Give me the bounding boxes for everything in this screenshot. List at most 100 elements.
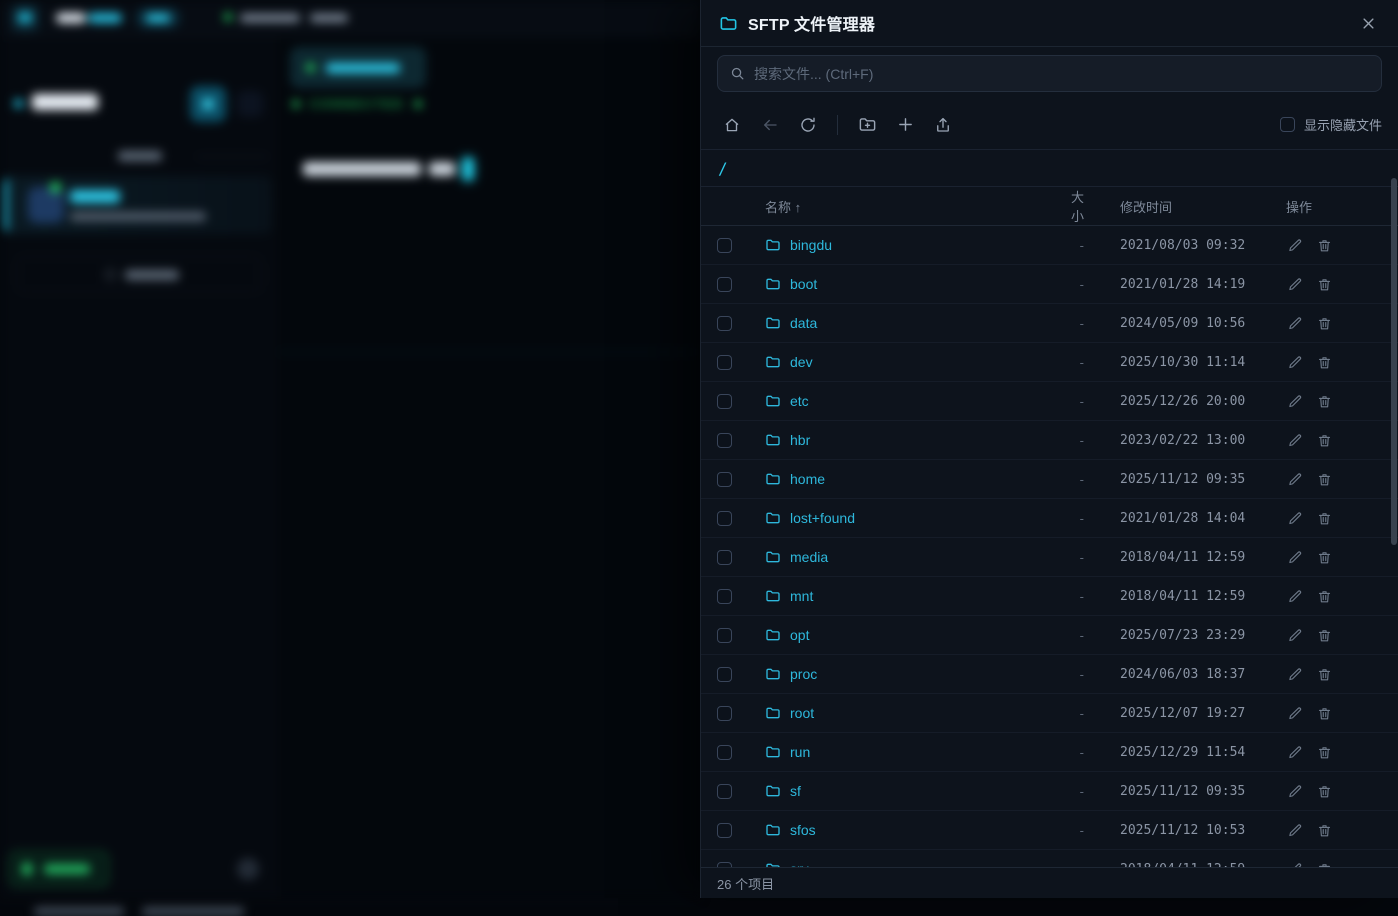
new-folder-button[interactable] xyxy=(852,110,882,140)
home-button[interactable] xyxy=(717,110,747,140)
file-name[interactable]: lost+found xyxy=(790,510,855,526)
terminal-tab-blur[interactable] xyxy=(290,47,426,88)
show-hidden-checkbox[interactable] xyxy=(1280,117,1295,132)
column-header-name[interactable]: 名称 ↑ xyxy=(765,197,1060,216)
file-name[interactable]: etc xyxy=(790,393,809,409)
delete-button[interactable] xyxy=(1315,587,1333,605)
row-checkbox[interactable] xyxy=(717,238,732,253)
table-row[interactable]: dev - 2025/10/30 11:14 xyxy=(701,343,1398,382)
rename-button[interactable] xyxy=(1286,548,1304,566)
file-name[interactable]: opt xyxy=(790,627,809,643)
back-button[interactable] xyxy=(755,110,785,140)
rename-button[interactable] xyxy=(1286,353,1304,371)
delete-button[interactable] xyxy=(1315,470,1333,488)
row-checkbox[interactable] xyxy=(717,472,732,487)
table-row[interactable]: data - 2024/05/09 10:56 xyxy=(701,304,1398,343)
add-host-dropzone-blur[interactable] xyxy=(16,256,262,292)
rename-button[interactable] xyxy=(1286,665,1304,683)
delete-button[interactable] xyxy=(1315,431,1333,449)
rename-button[interactable] xyxy=(1286,860,1304,867)
rename-button[interactable] xyxy=(1286,275,1304,293)
close-button[interactable] xyxy=(1356,11,1380,35)
rename-button[interactable] xyxy=(1286,782,1304,800)
file-name[interactable]: sf xyxy=(790,783,801,799)
table-row[interactable]: opt - 2025/07/23 23:29 xyxy=(701,616,1398,655)
rename-button[interactable] xyxy=(1286,509,1304,527)
row-checkbox[interactable] xyxy=(717,628,732,643)
table-row[interactable]: root - 2025/12/07 19:27 xyxy=(701,694,1398,733)
delete-button[interactable] xyxy=(1315,821,1333,839)
table-row[interactable]: sfos - 2025/11/12 10:53 xyxy=(701,811,1398,850)
delete-button[interactable] xyxy=(1315,314,1333,332)
file-name[interactable]: media xyxy=(790,549,828,565)
row-checkbox[interactable] xyxy=(717,433,732,448)
row-checkbox[interactable] xyxy=(717,667,732,682)
file-name[interactable]: hbr xyxy=(790,432,810,448)
delete-button[interactable] xyxy=(1315,665,1333,683)
table-row[interactable]: mnt - 2018/04/11 12:59 xyxy=(701,577,1398,616)
file-name[interactable]: bingdu xyxy=(790,237,832,253)
row-checkbox[interactable] xyxy=(717,316,732,331)
column-header-size[interactable]: 大小 xyxy=(1060,187,1120,225)
row-checkbox[interactable] xyxy=(717,745,732,760)
file-name[interactable]: home xyxy=(790,471,825,487)
table-row[interactable]: lost+found - 2021/01/28 14:04 xyxy=(701,499,1398,538)
upload-button[interactable] xyxy=(928,110,958,140)
table-row[interactable]: media - 2018/04/11 12:59 xyxy=(701,538,1398,577)
delete-button[interactable] xyxy=(1315,548,1333,566)
delete-button[interactable] xyxy=(1315,743,1333,761)
row-checkbox[interactable] xyxy=(717,823,732,838)
column-header-mtime[interactable]: 修改时间 xyxy=(1120,197,1286,216)
refresh-button[interactable] xyxy=(793,110,823,140)
row-checkbox[interactable] xyxy=(717,784,732,799)
sidebar-more-button-blur[interactable] xyxy=(237,91,263,117)
table-row[interactable]: etc - 2025/12/26 20:00 xyxy=(701,382,1398,421)
file-name[interactable]: root xyxy=(790,705,814,721)
table-row[interactable]: run - 2025/12/29 11:54 xyxy=(701,733,1398,772)
show-hidden-toggle[interactable]: 显示隐藏文件 xyxy=(1280,115,1382,134)
rename-button[interactable] xyxy=(1286,431,1304,449)
table-row[interactable]: hbr - 2023/02/22 13:00 xyxy=(701,421,1398,460)
rename-button[interactable] xyxy=(1286,314,1304,332)
rename-button[interactable] xyxy=(1286,821,1304,839)
table-row[interactable]: home - 2025/11/12 09:35 xyxy=(701,460,1398,499)
row-checkbox[interactable] xyxy=(717,589,732,604)
row-checkbox[interactable] xyxy=(717,355,732,370)
new-connection-button-blur[interactable] xyxy=(9,851,109,887)
rename-button[interactable] xyxy=(1286,704,1304,722)
delete-button[interactable] xyxy=(1315,626,1333,644)
scrollbar-thumb[interactable] xyxy=(1391,178,1397,545)
file-name[interactable]: dev xyxy=(790,354,813,370)
host-card[interactable] xyxy=(4,176,272,234)
settings-gear-blur[interactable] xyxy=(237,858,259,880)
delete-button[interactable] xyxy=(1315,392,1333,410)
rename-button[interactable] xyxy=(1286,470,1304,488)
delete-button[interactable] xyxy=(1315,704,1333,722)
row-checkbox[interactable] xyxy=(717,394,732,409)
row-checkbox[interactable] xyxy=(717,277,732,292)
delete-button[interactable] xyxy=(1315,353,1333,371)
delete-button[interactable] xyxy=(1315,236,1333,254)
delete-button[interactable] xyxy=(1315,275,1333,293)
file-name[interactable]: sfos xyxy=(790,822,816,838)
workspace-tab-blur[interactable] xyxy=(240,14,300,22)
delete-button[interactable] xyxy=(1315,509,1333,527)
rename-button[interactable] xyxy=(1286,626,1304,644)
file-name[interactable]: run xyxy=(790,744,810,760)
table-row[interactable]: boot - 2021/01/28 14:19 xyxy=(701,265,1398,304)
rename-button[interactable] xyxy=(1286,587,1304,605)
table-row[interactable]: bingdu - 2021/08/03 09:32 xyxy=(701,226,1398,265)
file-name[interactable]: data xyxy=(790,315,817,331)
rename-button[interactable] xyxy=(1286,743,1304,761)
add-host-button-blur[interactable] xyxy=(190,86,226,122)
file-name[interactable]: boot xyxy=(790,276,817,292)
delete-button[interactable] xyxy=(1315,860,1333,867)
file-name[interactable]: mnt xyxy=(790,588,813,604)
table-row[interactable]: sf - 2025/11/12 09:35 xyxy=(701,772,1398,811)
rename-button[interactable] xyxy=(1286,236,1304,254)
search-input[interactable] xyxy=(754,66,1369,82)
breadcrumb[interactable]: / xyxy=(701,150,1398,187)
table-row[interactable]: proc - 2024/06/03 18:37 xyxy=(701,655,1398,694)
row-checkbox[interactable] xyxy=(717,511,732,526)
delete-button[interactable] xyxy=(1315,782,1333,800)
